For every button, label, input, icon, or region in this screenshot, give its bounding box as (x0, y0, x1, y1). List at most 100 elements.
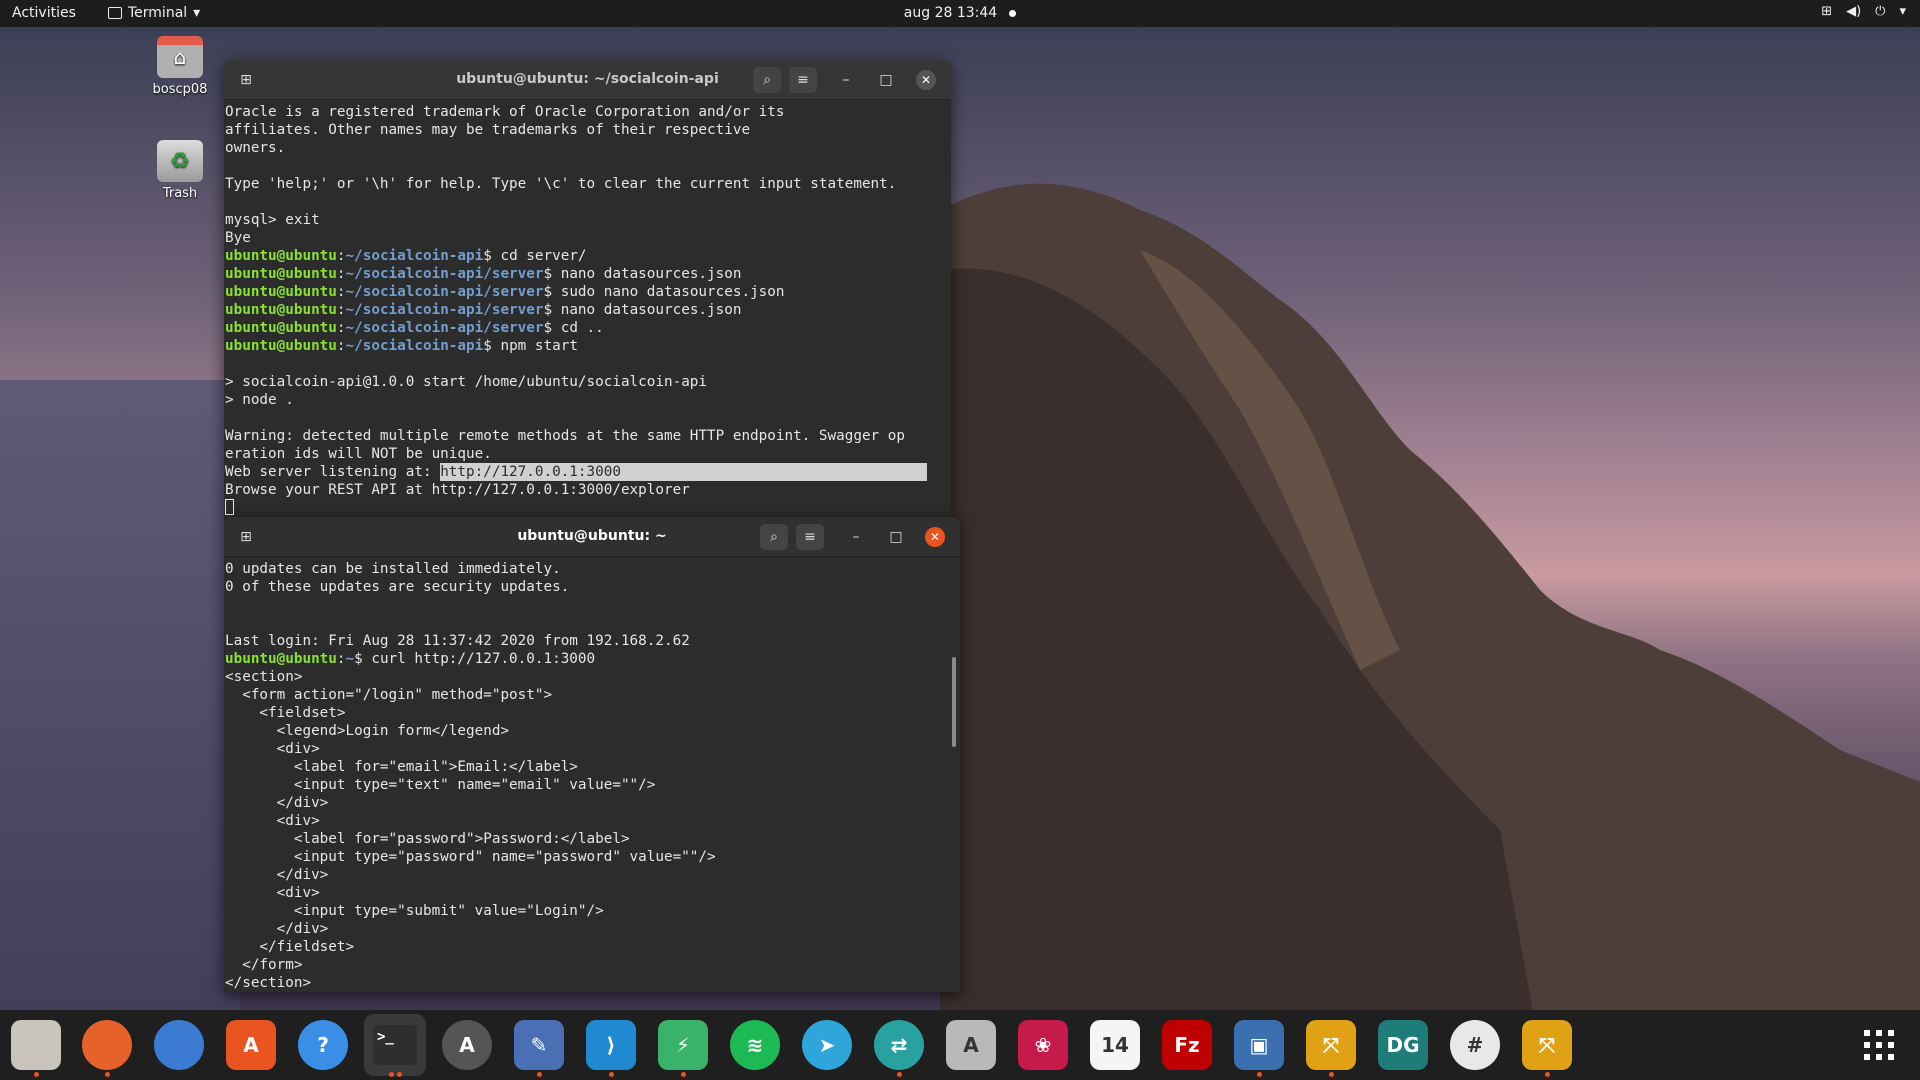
remote-desktop-icon[interactable]: ⇄ (874, 1020, 924, 1070)
vm-arrows-icon-2[interactable]: ⤧ (1522, 1020, 1572, 1070)
window-titlebar[interactable]: ⊞ ubuntu@ubuntu: ~/socialcoin-api ⌕ ≡ – … (224, 60, 951, 100)
output-line: </div> (225, 795, 329, 811)
dictionary-icon[interactable]: A (946, 1020, 996, 1070)
prompt-command: $ nano datasources.json (543, 266, 742, 282)
trash-icon: ♻ (157, 140, 203, 182)
output-line: </div> (225, 921, 329, 937)
desktop-icon-label: boscp08 (152, 82, 208, 97)
clock[interactable]: aug 28 13:44 (0, 5, 1920, 21)
virtualbox-icon[interactable]: ▣ (1234, 1020, 1284, 1070)
output-line: <div> (225, 741, 320, 757)
desktop-icon-trash[interactable]: ♻ Trash (140, 140, 220, 201)
window-titlebar[interactable]: ⊞ ubuntu@ubuntu: ~ ⌕ ≡ – □ ✕ (224, 517, 960, 557)
terminal-window-socialcoin[interactable]: ⊞ ubuntu@ubuntu: ~/socialcoin-api ⌕ ≡ – … (224, 60, 951, 520)
running-indicator-icon (1329, 1072, 1334, 1077)
close-button[interactable]: ✕ (916, 70, 936, 90)
hamburger-menu-icon[interactable]: ≡ (789, 67, 817, 93)
output-line: owners. (225, 140, 286, 156)
text-editor-icon[interactable]: ✎ (514, 1020, 564, 1070)
grid-dot (1888, 1030, 1894, 1036)
wallpaper-mountain (940, 183, 1920, 1050)
network-icon: ⊞ (1821, 4, 1833, 19)
maximize-button[interactable]: □ (884, 525, 908, 549)
datagrip-icon[interactable]: DG (1378, 1020, 1428, 1070)
prompt-line: ubuntu@ubuntu:~/socialcoin-api$ cd serve… (225, 248, 587, 264)
raspberry-pi-icon[interactable]: ❀ (1018, 1020, 1068, 1070)
output-line: <form action="/login" method="post"> (225, 687, 553, 703)
telegram-icon[interactable]: ➤ (802, 1020, 852, 1070)
minimize-button[interactable]: – (844, 525, 868, 549)
software-updater-icon[interactable]: A (442, 1020, 492, 1070)
minimize-button[interactable]: – (834, 68, 858, 92)
output-line: mysql> exit (225, 212, 320, 228)
grid-dot (1864, 1042, 1870, 1048)
show-applications-icon[interactable] (1864, 1030, 1894, 1060)
hamburger-menu-icon[interactable]: ≡ (796, 524, 824, 550)
help-icon[interactable]: ? (298, 1020, 348, 1070)
output-line: <legend>Login form</legend> (225, 723, 510, 739)
prompt-user: ubuntu@ubuntu (225, 248, 337, 264)
running-indicator-icon (1257, 1072, 1262, 1077)
output-line: Browse your REST API at http://127.0.0.1… (225, 482, 690, 498)
terminal-output[interactable]: Oracle is a registered trademark of Orac… (224, 101, 951, 520)
prompt-path: ~/socialcoin-api/server (345, 284, 544, 300)
prompt-command: $ cd server/ (483, 248, 587, 264)
text-cursor (225, 499, 234, 515)
filezilla-icon[interactable]: Fz (1162, 1020, 1212, 1070)
output-line: </div> (225, 867, 329, 883)
terminal-output[interactable]: 0 updates can be installed immediately. … (224, 558, 960, 992)
prompt-path: ~/socialcoin-api (345, 338, 484, 354)
calendar-icon[interactable]: 14 (1090, 1020, 1140, 1070)
spotify-icon[interactable]: ≋ (730, 1020, 780, 1070)
slack-icon[interactable]: # (1450, 1020, 1500, 1070)
output-line: Oracle is a registered trademark of Orac… (225, 104, 785, 120)
grid-dot (1876, 1042, 1882, 1048)
output-line: Type 'help;' or '\h' for help. Type '\c'… (225, 176, 897, 192)
prompt-path: ~/socialcoin-api/server (345, 320, 544, 336)
dock: A? >_ A ✎ ⟩ ⚡ ≋ ➤ ⇄ A ❀ 14 Fz ▣ ⤧ DG # ⤧ (0, 1010, 1920, 1080)
desktop-icon-home[interactable]: ⌂ boscp08 (140, 36, 220, 97)
firefox-icon[interactable] (82, 1020, 132, 1070)
terminal-window-home[interactable]: ⊞ ubuntu@ubuntu: ~ ⌕ ≡ – □ ✕ 0 updates c… (224, 517, 960, 992)
notification-dot-icon (1009, 9, 1017, 17)
search-icon[interactable]: ⌕ (753, 67, 781, 93)
output-line: 0 updates can be installed immediately. (225, 561, 561, 577)
search-icon[interactable]: ⌕ (760, 524, 788, 550)
vm-arrows-icon[interactable]: ⤧ (1306, 1020, 1356, 1070)
thunderbird-icon[interactable] (154, 1020, 204, 1070)
files-icon[interactable] (11, 1020, 61, 1070)
prompt-command: $ curl http://127.0.0.1:3000 (354, 651, 596, 667)
software-center-icon[interactable]: A (226, 1020, 276, 1070)
clock-label: aug 28 13:44 (903, 5, 998, 21)
output-line: Bye (225, 230, 251, 246)
grid-dot (1864, 1054, 1870, 1060)
running-indicator-icon (609, 1072, 614, 1077)
selected-url[interactable]: http://127.0.0.1:3000 (440, 463, 928, 481)
output-line: </form> (225, 957, 303, 973)
grid-dot (1864, 1030, 1870, 1036)
system-tray[interactable]: ⊞ ◀) ⏻ ▾ (1821, 4, 1906, 19)
running-indicator-icon (397, 1072, 402, 1077)
close-button[interactable]: ✕ (925, 527, 945, 547)
postman-lightning-icon[interactable]: ⚡ (658, 1020, 708, 1070)
prompt-user: ubuntu@ubuntu (225, 338, 337, 354)
terminal-icon[interactable]: >_ (364, 1014, 426, 1076)
output-line: Last login: Fri Aug 28 11:37:42 2020 fro… (225, 633, 690, 649)
vscode-icon[interactable]: ⟩ (586, 1020, 636, 1070)
prompt-line: ubuntu@ubuntu:~/socialcoin-api/server$ n… (225, 302, 742, 318)
output-line: <input type="password" name="password" v… (225, 849, 716, 865)
output-line: Web server listening at: http://127.0.0.… (225, 463, 951, 481)
prompt-line: ubuntu@ubuntu:~$ curl http://127.0.0.1:3… (225, 651, 596, 667)
maximize-button[interactable]: □ (874, 68, 898, 92)
scrollbar[interactable] (952, 657, 956, 747)
prompt-command: $ cd .. (543, 320, 604, 336)
grid-dot (1888, 1054, 1894, 1060)
output-line: <div> (225, 885, 320, 901)
output-line: <label for="email">Email:</label> (225, 759, 578, 775)
top-bar: Activities Terminal ▾ aug 28 13:44 ⊞ ◀) … (0, 0, 1920, 27)
